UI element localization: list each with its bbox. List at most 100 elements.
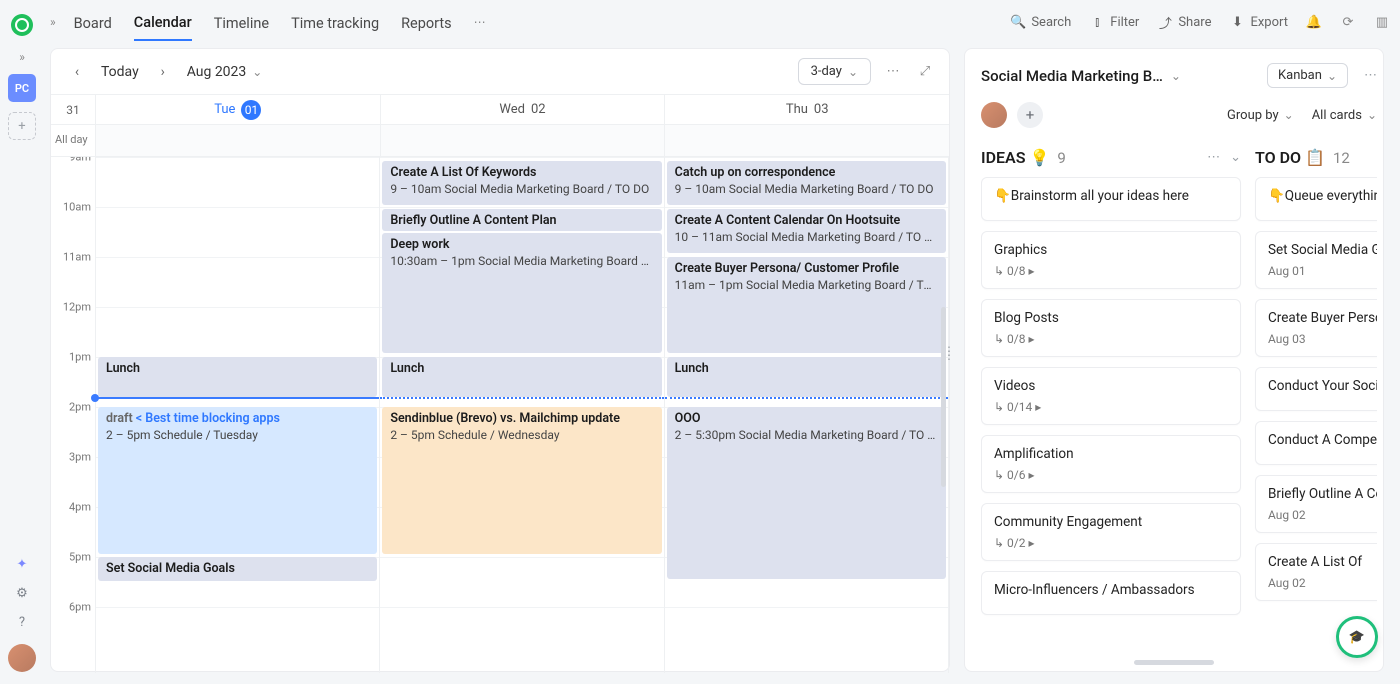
day-col-wed[interactable]: Create A List Of Keywords9 – 10am Social… [380, 157, 664, 673]
chevron-down-icon: ⌄ [252, 65, 262, 79]
day-header-tue[interactable]: Tue01 [96, 95, 381, 124]
tab-board[interactable]: Board [74, 5, 112, 40]
kanban-card[interactable]: Create A List OfAug 02 [1255, 543, 1377, 601]
board-more-icon[interactable]: ⋯ [1364, 68, 1377, 83]
card-title: 👇Brainstorm all your ideas here [994, 188, 1228, 204]
month-picker[interactable]: Aug 2023⌄ [187, 64, 263, 80]
today-button[interactable]: Today [101, 64, 139, 80]
filter-label: Filter [1110, 15, 1139, 30]
event-subtitle: 2 – 5pm Schedule / Tuesday [106, 428, 369, 442]
tab-calendar[interactable]: Calendar [134, 4, 192, 41]
all-day-wed[interactable] [381, 125, 666, 156]
calendar-event[interactable]: Create Buyer Persona/ Customer Profile11… [667, 257, 946, 353]
kanban-card[interactable]: Micro-Influencers / Ambassadors [981, 571, 1241, 615]
calendar-event[interactable]: Sendinblue (Brevo) vs. Mailchimp update2… [382, 407, 661, 554]
card-meta: ↳ 0/14 ▸ [994, 400, 1228, 414]
more-tabs-icon[interactable]: ⋯ [474, 15, 486, 29]
calendar-event[interactable]: Lunch [98, 357, 377, 397]
chevron-right-icon[interactable]: » [19, 50, 25, 64]
export-button[interactable]: ⬇Export [1229, 14, 1288, 30]
add-workspace-button[interactable]: + [8, 112, 36, 140]
more-menu-icon[interactable]: ⋯ [883, 62, 903, 82]
workspace-avatar[interactable]: PC [8, 74, 36, 102]
view-select[interactable]: 3-day⌄ [798, 58, 871, 85]
calendar-event[interactable]: Create A List Of Keywords9 – 10am Social… [382, 161, 661, 205]
calendar-grid: 9am10am11am12pm1pm2pm3pm4pm5pm6pm Lunchd… [51, 157, 949, 673]
calendar-event[interactable]: OOO2 – 5:30pm Social Media Marketing Boa… [667, 407, 946, 579]
chevron-down-icon[interactable]: ⌄ [1171, 69, 1181, 83]
expand-icon[interactable]: ⤢ [915, 62, 935, 82]
sparkle-icon[interactable]: ✦ [17, 557, 28, 572]
calendar-event[interactable]: Deep work10:30am – 1pm Social Media Mark… [382, 233, 661, 353]
user-avatar[interactable] [8, 644, 36, 672]
board-title[interactable]: Social Media Marketing B… [981, 67, 1163, 85]
column-name[interactable]: TO DO 📋 [1255, 148, 1325, 167]
chevron-down-icon: ⌄ [848, 65, 858, 79]
event-subtitle: 10 – 11am Social Media Marketing Board /… [675, 230, 938, 244]
kanban-card[interactable]: Conduct Your Social [1255, 367, 1377, 411]
day-header-wed[interactable]: Wed02 [381, 95, 666, 124]
kanban-card[interactable]: Community Engagement↳ 0/2 ▸ [981, 503, 1241, 561]
event-title: Sendinblue (Brevo) vs. Mailchimp update [390, 411, 653, 426]
kanban-card[interactable]: Amplification↳ 0/6 ▸ [981, 435, 1241, 493]
chevron-down-icon: ⌄ [1367, 108, 1377, 122]
app-logo-icon[interactable] [11, 14, 33, 36]
tab-time-tracking[interactable]: Time tracking [291, 5, 379, 40]
calendar-event[interactable]: Catch up on correspondence9 – 10am Socia… [667, 161, 946, 205]
tab-reports[interactable]: Reports [401, 5, 452, 40]
help-fab[interactable]: 🎓 [1336, 616, 1378, 658]
column-more-icon[interactable]: ⋯ [1207, 150, 1220, 165]
kanban-card[interactable]: Briefly Outline A ConAug 02 [1255, 475, 1377, 533]
dow-label: Wed [499, 102, 525, 117]
card-filter-select[interactable]: All cards⌄ [1312, 108, 1377, 123]
prev-button[interactable]: ‹ [65, 60, 89, 84]
kanban-card[interactable]: Conduct A Competit [1255, 421, 1377, 465]
kanban-card[interactable]: Videos↳ 0/14 ▸ [981, 367, 1241, 425]
calendar-event[interactable]: Lunch [382, 357, 661, 397]
search-button[interactable]: 🔍Search [1010, 14, 1071, 30]
gear-icon[interactable]: ⚙ [16, 586, 28, 601]
day-col-tue[interactable]: Lunch draft < Best time blocking apps2 – … [96, 157, 380, 673]
event-subtitle: 9 – 10am Social Media Marketing Board / … [675, 182, 938, 196]
side-panel-subheader: + Group by⌄ All cards⌄ [981, 102, 1377, 128]
event-subtitle: 2 – 5:30pm Social Media Marketing Board … [675, 428, 938, 442]
event-title: Briefly Outline A Content Plan [390, 213, 653, 228]
card-title: Conduct Your Social [1268, 378, 1377, 394]
calendar-event[interactable]: Create A Content Calendar On Hootsuite10… [667, 209, 946, 253]
kanban-card[interactable]: 👇Queue everything [1255, 177, 1377, 221]
board-view-label: Kanban [1278, 68, 1322, 83]
calendar-event[interactable]: Set Social Media Goals [98, 557, 377, 581]
kanban-card[interactable]: Create Buyer PersonAug 03 [1255, 299, 1377, 357]
card-title: Community Engagement [994, 514, 1228, 530]
member-avatar[interactable] [981, 102, 1007, 128]
kanban-card[interactable]: 👇Brainstorm all your ideas here [981, 177, 1241, 221]
refresh-icon[interactable]: ⟳ [1340, 14, 1356, 30]
panel-icon[interactable]: ▥ [1374, 14, 1390, 30]
add-member-button[interactable]: + [1017, 102, 1043, 128]
day-col-thu[interactable]: Catch up on correspondence9 – 10am Socia… [665, 157, 949, 673]
tab-timeline[interactable]: Timeline [214, 5, 269, 40]
chevron-right-icon[interactable]: » [50, 15, 56, 29]
column-name[interactable]: IDEAS 💡 [981, 148, 1049, 167]
chevron-down-icon[interactable]: ⌄ [1230, 150, 1241, 165]
share-button[interactable]: ⤴Share [1157, 14, 1211, 30]
filter-button[interactable]: ⫾Filter [1089, 14, 1139, 30]
help-icon[interactable]: ? [19, 615, 25, 630]
group-by-select[interactable]: Group by⌄ [1227, 108, 1294, 123]
bell-icon[interactable]: 🔔 [1306, 14, 1322, 30]
kanban-card[interactable]: Set Social Media GoAug 01 [1255, 231, 1377, 289]
kanban-card[interactable]: Blog Posts↳ 0/8 ▸ [981, 299, 1241, 357]
calendar-event[interactable]: draft < Best time blocking apps2 – 5pm S… [98, 407, 377, 554]
calendar-event[interactable]: Lunch [667, 357, 946, 397]
horizontal-scrollbar[interactable] [1134, 660, 1214, 665]
board-view-select[interactable]: Kanban⌄ [1267, 63, 1348, 88]
next-button[interactable]: › [151, 60, 175, 84]
scrollbar[interactable] [941, 307, 946, 487]
time-gutter: 9am10am11am12pm1pm2pm3pm4pm5pm6pm [51, 157, 96, 673]
calendar-event[interactable]: Briefly Outline A Content Plan [382, 209, 661, 231]
all-day-tue[interactable] [96, 125, 381, 156]
resize-handle-icon[interactable]: ⋮⋮ [943, 349, 955, 357]
day-header-thu[interactable]: Thu03 [665, 95, 949, 124]
kanban-card[interactable]: Graphics↳ 0/8 ▸ [981, 231, 1241, 289]
all-day-thu[interactable] [665, 125, 949, 156]
